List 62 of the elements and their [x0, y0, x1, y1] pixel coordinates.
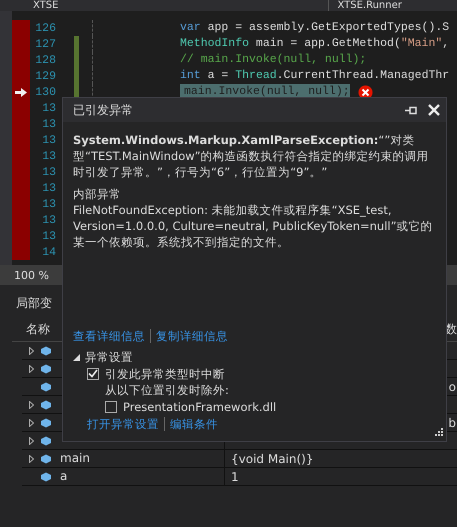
variable-icon: [40, 364, 52, 374]
checkbox-label: PresentationFramework.dll: [123, 398, 276, 414]
variable-icon: [40, 472, 52, 482]
checkbox-label: 引发此异常类型时中断: [105, 366, 225, 382]
variable-icon: [40, 418, 52, 428]
code-line: int a = Thread.CurrentThread.ManagedThr: [180, 68, 450, 84]
line-number: 127: [34, 38, 57, 50]
code-line: var app = assembly.GetExportedTypes().S: [180, 20, 450, 36]
zoom-level[interactable]: 100 %: [14, 268, 49, 282]
inner-exception-message: FileNotFoundException: 未能加载文件或程序集“XSE_test, Version=1.0.0.0, Culture=neutral, PublicKeyToken=null”或它的某一个依赖项。系统找不到指定的文件。: [73, 202, 434, 250]
expand-icon[interactable]: [28, 400, 34, 408]
except-label: 从以下位置引发时除外:: [104, 382, 230, 398]
expand-icon[interactable]: [28, 346, 34, 354]
checkbox[interactable]: [87, 368, 99, 380]
line-number: 13: [41, 230, 57, 242]
section-title: 异常设置: [85, 349, 133, 365]
link[interactable]: 查看详细信息: [73, 328, 145, 344]
line-number: 13: [41, 182, 57, 194]
expand-icon[interactable]: [28, 436, 34, 444]
variable-icon: [40, 346, 52, 356]
panel-title: 局部变: [16, 294, 52, 312]
line-number: 13: [41, 198, 57, 210]
link[interactable]: 复制详细信息: [156, 328, 228, 344]
line-number: 130: [34, 86, 57, 98]
checkbox[interactable]: [105, 400, 117, 412]
resize-grip[interactable]: [433, 428, 443, 438]
expand-icon[interactable]: [28, 418, 34, 426]
line-number: 13: [41, 150, 57, 162]
project-dropdown[interactable]: XTSE: [33, 0, 58, 11]
line-number: 14: [41, 246, 57, 258]
inner-exception-heading: 内部异常: [73, 186, 122, 202]
variable-value: 1: [231, 470, 239, 484]
line-number: 13: [41, 214, 57, 226]
line-number: 126: [34, 22, 57, 34]
code-line: // main.Invoke(null, null);: [180, 52, 366, 68]
variable-name: a: [60, 469, 68, 483]
breakpoint-margin: [12, 244, 30, 260]
line-number: 129: [34, 70, 57, 82]
variable-icon: [40, 400, 52, 410]
variable-value: b: [448, 416, 456, 430]
variable-name: main: [60, 451, 90, 465]
variable-value: o: [448, 380, 456, 394]
line-number: 13: [41, 166, 57, 178]
expand-icon[interactable]: [28, 454, 34, 462]
link[interactable]: 打开异常设置: [87, 416, 159, 432]
variable-value: {void Main()}: [231, 452, 314, 466]
variable-icon: [40, 436, 52, 446]
code-line: MethodInfo main = app.GetMethod("Main",: [180, 36, 450, 52]
variable-icon: [40, 382, 52, 392]
line-number: 128: [34, 54, 57, 66]
popup-title: 已引发异常: [73, 102, 134, 118]
pin-icon[interactable]: [405, 106, 418, 114]
collapse-icon[interactable]: [73, 354, 80, 360]
line-number: 13: [41, 134, 57, 146]
breakpoint-margin: [12, 20, 30, 36]
close-icon[interactable]: [428, 104, 440, 116]
variable-icon: [40, 454, 52, 464]
link[interactable]: 编辑条件: [170, 416, 218, 432]
exception-message: System.Windows.Markup.XamlParseException:“”对类型“TEST.MainWindow”的构造函数执行符合指定的绑定约束的调用时引发了异常。”，行号为“6”，行位置为“9”。”: [73, 132, 430, 180]
line-number: 13: [41, 118, 57, 130]
expand-icon[interactable]: [28, 364, 34, 372]
line-number: 13: [41, 102, 57, 114]
